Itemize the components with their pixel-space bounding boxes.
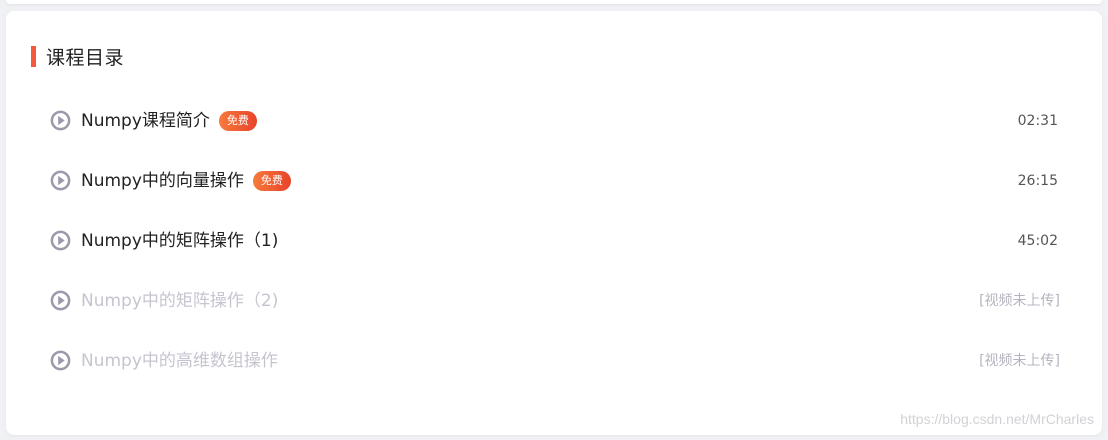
course-catalog-card: 课程目录 Numpy课程简介 免费 02:31 Numpy中的向量操作 免费 2: [6, 11, 1102, 435]
previous-card-edge: [6, 0, 1102, 4]
play-circle-icon: [50, 290, 71, 311]
lesson-title-row: Numpy课程简介 免费: [81, 109, 257, 133]
lesson-title: Numpy中的矩阵操作（1): [81, 231, 279, 251]
lesson-title: Numpy中的向量操作: [81, 171, 244, 191]
free-badge: 免费: [218, 111, 257, 131]
section-title: 课程目录: [46, 46, 125, 69]
play-circle-icon: [50, 350, 71, 371]
free-badge: 免费: [252, 171, 291, 191]
lesson-duration: 26:15: [1017, 173, 1058, 189]
lesson-title-row: Numpy中的矩阵操作（2): [81, 289, 278, 313]
lesson-duration: 45:02: [1017, 233, 1058, 249]
lesson-title: Numpy中的矩阵操作（2): [81, 291, 279, 311]
lesson-title: Numpy中的高维数组操作: [81, 351, 278, 371]
lesson-title: Numpy课程简介: [81, 111, 210, 131]
lesson-item[interactable]: Numpy中的向量操作 免费 26:15: [6, 151, 1102, 211]
section-header: 课程目录: [31, 44, 125, 69]
lesson-list: Numpy课程简介 免费 02:31 Numpy中的向量操作 免费 26:15 …: [6, 91, 1102, 391]
lesson-item-unavailable: Numpy中的高维数组操作 [视频未上传]: [6, 331, 1102, 391]
lesson-status: [视频未上传]: [979, 353, 1060, 369]
play-circle-icon: [50, 230, 71, 251]
watermark: https://blog.csdn.net/MrCharles: [900, 411, 1094, 427]
play-circle-icon: [50, 170, 71, 191]
lesson-item[interactable]: Numpy中的矩阵操作（1) 45:02: [6, 211, 1102, 271]
lesson-item-unavailable: Numpy中的矩阵操作（2) [视频未上传]: [6, 271, 1102, 331]
lesson-title-row: Numpy中的向量操作 免费: [81, 169, 291, 193]
play-circle-icon: [50, 110, 71, 131]
lesson-status: [视频未上传]: [979, 293, 1060, 309]
lesson-duration: 02:31: [1017, 113, 1058, 129]
lesson-title-row: Numpy中的高维数组操作: [81, 349, 278, 373]
lesson-title-row: Numpy中的矩阵操作（1): [81, 229, 278, 253]
section-accent-bar: [31, 45, 36, 67]
lesson-item[interactable]: Numpy课程简介 免费 02:31: [6, 91, 1102, 151]
